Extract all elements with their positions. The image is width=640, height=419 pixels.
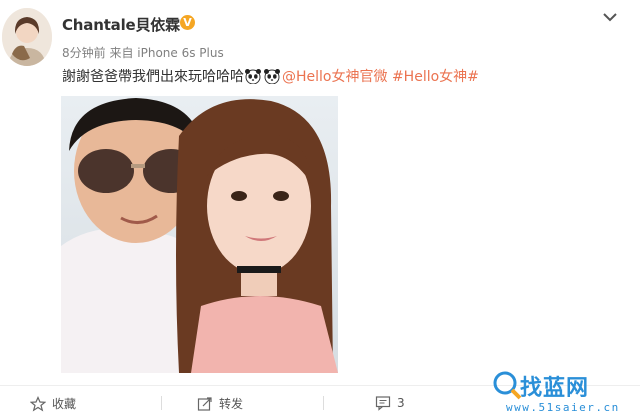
watermark-url: www.51saier.cn [506, 401, 620, 414]
comment-count: 3 [397, 396, 405, 410]
selfie-image [61, 96, 338, 373]
action-divider [323, 396, 324, 410]
post-text-body: 謝謝爸爸帶我們出來玩哈哈哈 [62, 69, 244, 85]
repost-button[interactable]: 转发 [197, 395, 243, 412]
search-magnifier-icon [493, 371, 522, 400]
post-text: 謝謝爸爸帶我們出來玩哈哈哈 @Hello女神官微 #Hello女神# [62, 66, 479, 86]
mention-link[interactable]: @Hello女神官微 [282, 69, 388, 85]
post-source: 来自 iPhone 6s Plus [109, 46, 224, 60]
panda-icon [244, 68, 262, 85]
comment-icon [375, 396, 391, 411]
username[interactable]: Chantale貝依霖 [62, 14, 180, 35]
hashtag-link[interactable]: #Hello女神# [392, 69, 479, 85]
post-meta: 8分钟前 来自 iPhone 6s Plus [62, 44, 224, 61]
repost-icon [197, 396, 212, 411]
post-photo[interactable] [61, 96, 338, 373]
comment-button[interactable]: 3 [375, 395, 405, 411]
verified-badge-icon: V [180, 15, 195, 30]
action-divider [161, 396, 162, 410]
avatar-image [2, 8, 52, 66]
chevron-down-icon[interactable] [600, 10, 620, 26]
watermark-logo: 找蓝网 www.51saier.cn [492, 368, 638, 418]
watermark-title: 找蓝网 [520, 376, 590, 401]
favorite-label: 收藏 [52, 397, 77, 411]
star-icon [30, 395, 46, 412]
panda-icon [263, 68, 281, 85]
favorite-button[interactable]: 收藏 [30, 395, 76, 412]
repost-label: 转发 [219, 397, 244, 411]
avatar[interactable] [2, 8, 52, 66]
post-time[interactable]: 8分钟前 [62, 46, 106, 60]
